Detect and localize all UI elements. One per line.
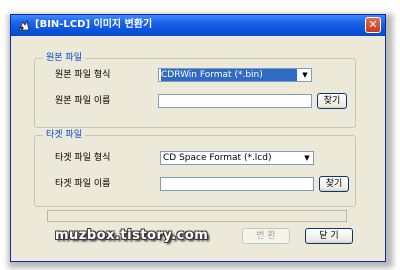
target-find-button[interactable]: 찾기 — [319, 176, 349, 192]
source-file-group: 원본 파일 원본 파일 형식 CDRWin Format (*.bin) ▼ 원… — [34, 52, 356, 128]
source-group-legend: 원본 파일 — [43, 52, 85, 64]
close-window-button[interactable]: ✕ — [365, 17, 381, 33]
source-format-value: CDRWin Format (*.bin) — [161, 69, 297, 81]
target-format-value: CD Space Format (*.lcd) — [163, 153, 272, 163]
convert-button[interactable]: 변 환 — [242, 228, 290, 244]
converter-window: [BIN-LCD] 이미지 변환기 ✕ 원본 파일 원본 파일 형식 CDRWi… — [10, 14, 386, 262]
target-name-label: 타겟 파일 이름 — [55, 179, 111, 189]
chevron-down-icon[interactable]: ▼ — [299, 69, 311, 81]
target-group-legend: 타겟 파일 — [43, 129, 85, 141]
window-title: [BIN-LCD] 이미지 변환기 — [35, 19, 153, 30]
close-button[interactable]: 닫 기 — [305, 228, 353, 244]
source-name-label: 원본 파일 이름 — [55, 96, 111, 106]
app-logo-icon — [18, 19, 30, 31]
progress-bar — [47, 210, 347, 222]
title-bar[interactable]: [BIN-LCD] 이미지 변환기 ✕ — [11, 15, 385, 36]
source-format-select[interactable]: CDRWin Format (*.bin) ▼ — [158, 68, 312, 82]
target-format-label: 타겟 파일 형식 — [55, 153, 111, 163]
source-name-input[interactable] — [158, 94, 312, 108]
source-format-label: 원본 파일 형식 — [55, 70, 111, 80]
target-format-select[interactable]: CD Space Format (*.lcd) ▼ — [160, 151, 314, 165]
target-name-input[interactable] — [160, 177, 314, 191]
target-file-group: 타겟 파일 타겟 파일 형식 CD Space Format (*.lcd) ▼… — [34, 129, 356, 207]
source-find-button[interactable]: 찾기 — [317, 93, 347, 109]
chevron-down-icon[interactable]: ▼ — [301, 152, 313, 164]
watermark-text: muzbox.tistory.com — [55, 228, 209, 243]
